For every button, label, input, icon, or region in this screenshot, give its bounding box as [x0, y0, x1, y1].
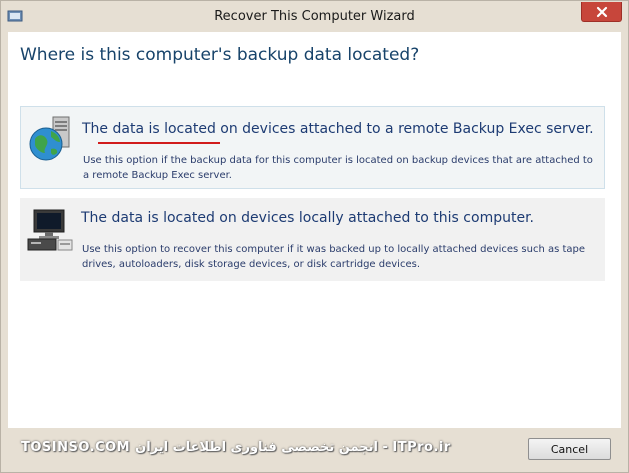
globe-server-icon — [29, 116, 70, 161]
wizard-window: Recover This Computer Wizard Where is th… — [0, 0, 629, 473]
option-description: Use this option to recover this computer… — [82, 244, 586, 270]
wizard-content: Where is this computer's backup data loc… — [8, 32, 621, 428]
cancel-button[interactable]: Cancel — [528, 438, 611, 460]
option-description: Use this option if the backup data for t… — [83, 155, 593, 181]
annotation-underline — [98, 142, 220, 144]
local-computer-icon — [27, 209, 73, 251]
option-title: The data is located on devices attached … — [82, 121, 594, 137]
window-title: Recover This Computer Wizard — [214, 9, 415, 24]
title-bar[interactable]: Recover This Computer Wizard — [1, 1, 628, 32]
option-remote-server[interactable]: The data is located on devices attached … — [20, 106, 605, 189]
close-button[interactable] — [581, 2, 622, 22]
page-heading: Where is this computer's backup data loc… — [20, 45, 420, 65]
watermark-text: TOSINSO.COM انجمن تخصصی فناوری اطلاعات ا… — [21, 440, 451, 455]
option-local-devices[interactable]: The data is located on devices locally a… — [20, 198, 605, 281]
close-icon — [596, 6, 607, 17]
option-title: The data is located on devices locally a… — [81, 210, 534, 226]
